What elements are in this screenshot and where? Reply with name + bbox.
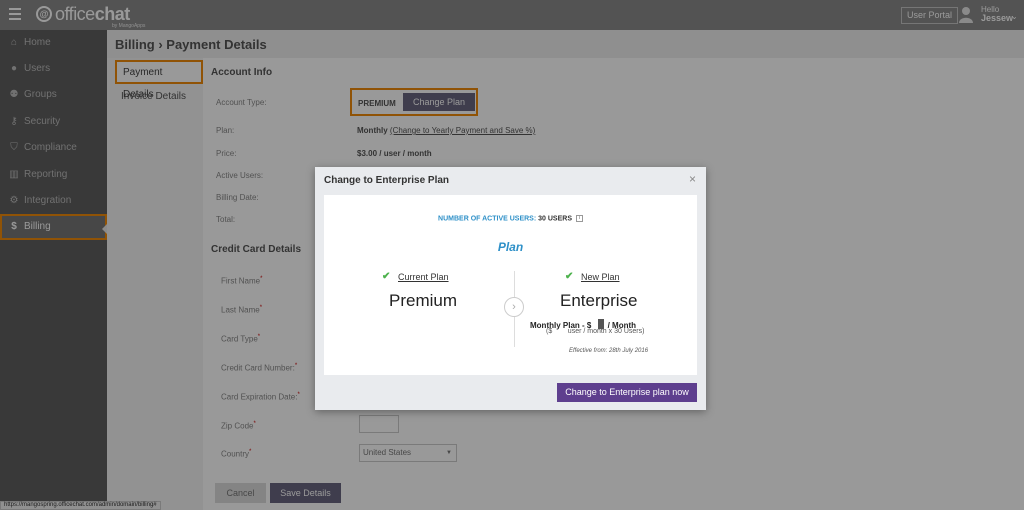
info-icon[interactable]: i bbox=[575, 215, 583, 222]
modal-body: NUMBER OF ACTIVE USERS: 30 USERS i Plan … bbox=[324, 195, 697, 375]
current-plan-label: Current Plan bbox=[398, 272, 449, 282]
active-users-count: NUMBER OF ACTIVE USERS: 30 USERS i bbox=[324, 215, 697, 222]
change-plan-modal: Change to Enterprise Plan × NUMBER OF AC… bbox=[315, 167, 706, 410]
chevron-right-icon: › bbox=[504, 297, 524, 317]
effective-date: Effective from: 28th July 2016 bbox=[569, 348, 649, 354]
check-icon: ✔ bbox=[565, 271, 574, 282]
new-plan-name: Enterprise bbox=[560, 291, 638, 310]
current-plan-name: Premium bbox=[389, 291, 458, 310]
close-icon[interactable]: × bbox=[689, 172, 696, 186]
plan-heading: Plan bbox=[497, 240, 524, 254]
modal-title: Change to Enterprise Plan bbox=[324, 175, 450, 186]
check-icon: ✔ bbox=[382, 271, 391, 282]
confirm-enterprise-button[interactable]: Change to Enterprise plan now bbox=[557, 383, 697, 402]
new-plan-label: New Plan bbox=[581, 272, 620, 282]
new-plan-pricing-detail: ($ user / month x 30 Users) bbox=[546, 328, 645, 335]
